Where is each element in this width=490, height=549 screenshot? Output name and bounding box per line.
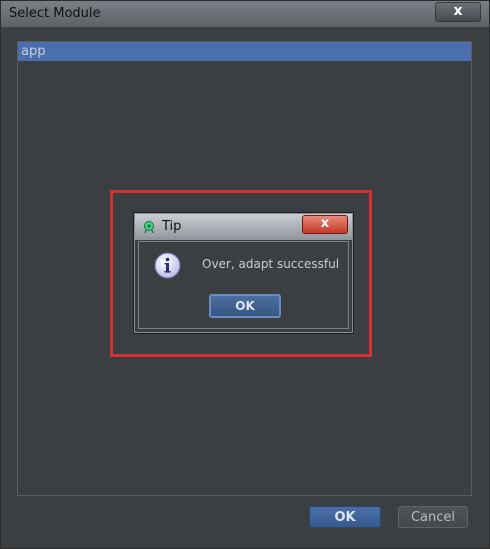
- tip-dialog: Tip x Over, adapt successful OK: [133, 212, 354, 334]
- tip-title: Tip: [162, 219, 182, 234]
- info-icon: [154, 252, 181, 279]
- tip-close-button[interactable]: x: [302, 215, 348, 234]
- window-close-button[interactable]: x: [435, 2, 481, 22]
- list-item[interactable]: app: [18, 42, 471, 61]
- tip-titlebar: Tip x: [135, 214, 352, 240]
- tip-body: Over, adapt successful OK: [138, 241, 349, 329]
- cancel-button[interactable]: Cancel: [398, 506, 468, 528]
- window-title: Select Module: [9, 6, 101, 21]
- tip-message: Over, adapt successful: [202, 257, 340, 271]
- android-icon: [144, 221, 154, 233]
- ok-button[interactable]: OK: [309, 506, 381, 528]
- window-titlebar: Select Module x: [1, 1, 489, 27]
- tip-ok-button[interactable]: OK: [209, 294, 281, 318]
